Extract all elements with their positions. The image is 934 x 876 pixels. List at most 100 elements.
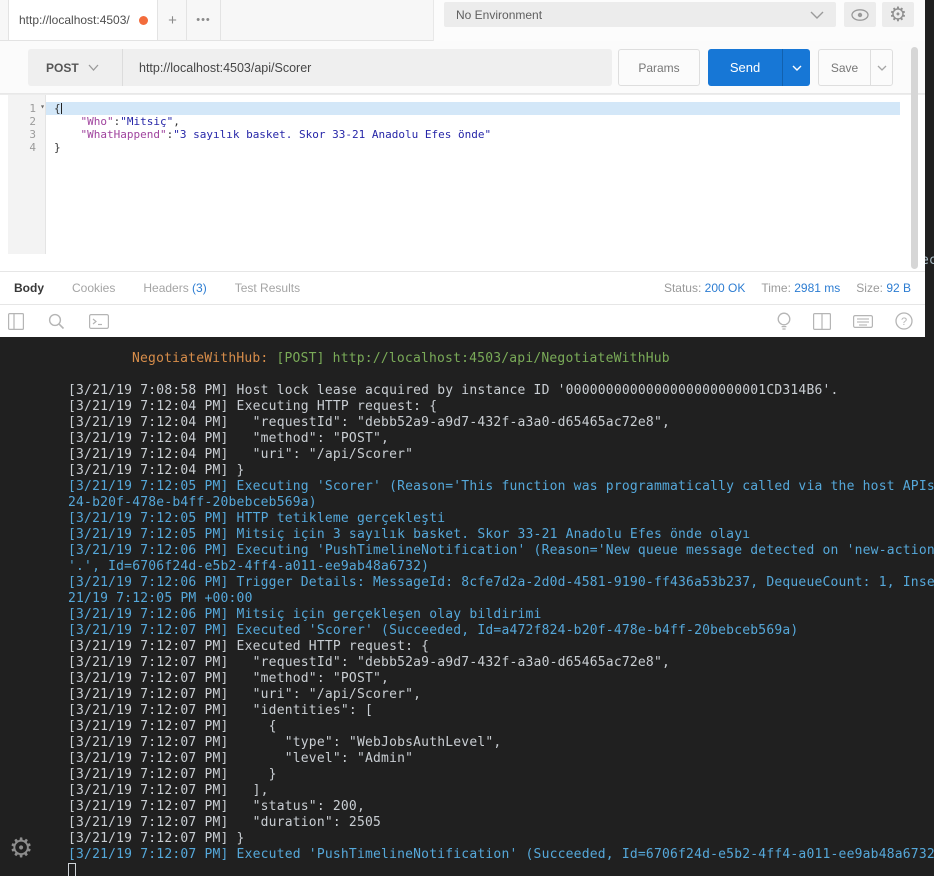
terminal-line: [3/21/19 7:12:04 PM] "requestId": "debb5…: [0, 415, 934, 431]
time-value[interactable]: 2981 ms: [794, 281, 840, 295]
terminal-line: [3/21/19 7:12:07 PM] "identities": [: [0, 703, 934, 719]
request-body-editor[interactable]: 1▾{2 "Who":"Mitsiç",3 "WhatHappend":"3 s…: [0, 94, 925, 254]
tab-bar: http://localhost:4503/ + ••• No Environm…: [0, 0, 925, 41]
time-label: Time:: [761, 281, 791, 295]
editor-line: 4}: [8, 141, 900, 154]
terminal-line: [3/21/19 7:12:07 PM] {: [0, 719, 934, 735]
editor-line-text: }: [46, 141, 900, 154]
terminal-line: [3/21/19 7:12:06 PM] Mitsiç için gerçekl…: [0, 607, 934, 623]
line-number: 3: [8, 128, 46, 141]
help-button[interactable]: ?: [895, 312, 913, 330]
terminal-line: [3/21/19 7:12:07 PM] "uri": "/api/Scorer…: [0, 687, 934, 703]
terminal-line: [3/21/19 7:12:07 PM] "requestId": "debb5…: [0, 655, 934, 671]
terminal-line: [3/21/19 7:12:06 PM] Trigger Details: Me…: [0, 575, 934, 591]
editor-line-text: "WhatHappend":"3 sayılık basket. Skor 33…: [46, 128, 900, 141]
terminal-line: [3/21/19 7:12:07 PM] "method": "POST",: [0, 671, 934, 687]
gear-icon: ⚙: [889, 5, 907, 25]
environment-quicklook-button[interactable]: [844, 2, 876, 27]
terminal-cursor-line: [0, 863, 934, 876]
save-button[interactable]: Save: [818, 49, 870, 86]
settings-gear-button[interactable]: ⚙: [882, 2, 914, 27]
environment-zone: No Environment ⚙: [433, 0, 925, 41]
terminal-line: [3/21/19 7:12:05 PM] Executing 'Scorer' …: [0, 479, 934, 495]
save-button-group: Save: [818, 49, 893, 86]
terminal-line: [3/21/19 7:12:07 PM] "status": 200,: [0, 799, 934, 815]
layout-columns-icon: [8, 313, 24, 330]
send-button[interactable]: Send: [708, 49, 782, 86]
tab-options-button[interactable]: •••: [187, 0, 221, 40]
help-icon: ?: [895, 312, 913, 330]
method-label: POST: [46, 61, 79, 75]
params-button[interactable]: Params: [618, 49, 700, 86]
terminal-line: [3/21/19 7:12:07 PM] ],: [0, 783, 934, 799]
shortcuts-button[interactable]: [853, 315, 873, 328]
editor-lines: 1▾{2 "Who":"Mitsiç",3 "WhatHappend":"3 s…: [8, 102, 900, 154]
console-button[interactable]: [89, 314, 109, 329]
response-meta-bar: Body Cookies Headers (3) Test Results Statu…: [0, 271, 925, 305]
footer-toolbar-right: ?: [755, 312, 925, 331]
url-input[interactable]: http://localhost:4503/api/Scorer: [123, 49, 612, 86]
response-tab-cookies[interactable]: Cookies: [72, 281, 115, 295]
footer-toolbar: ?: [0, 305, 925, 337]
response-tabs: Body Cookies Headers (3) Test Results: [0, 281, 300, 295]
chevron-down-icon: [877, 65, 887, 71]
terminal-line: [3/21/19 7:12:04 PM] }: [0, 463, 934, 479]
environment-selected-label: No Environment: [456, 8, 810, 22]
chevron-down-icon: [88, 64, 99, 71]
response-meta: Status: 200 OK Time: 2981 ms Size: 92 B: [664, 281, 925, 295]
terminal[interactable]: NegotiateWithHub: [POST] http://localhos…: [0, 337, 934, 876]
terminal-line: [3/21/19 7:12:05 PM] HTTP tetikleme gerç…: [0, 511, 934, 527]
status-label: Status:: [664, 281, 701, 295]
lightbulb-icon: [777, 312, 791, 331]
sidebar-toggle-button[interactable]: [8, 313, 24, 330]
size-label: Size:: [856, 281, 883, 295]
function-name: NegotiateWithHub:: [132, 351, 268, 366]
request-tab[interactable]: http://localhost:4503/: [8, 0, 158, 40]
fold-arrow-icon[interactable]: ▾: [40, 102, 45, 111]
new-tab-button[interactable]: +: [159, 0, 187, 40]
line-number: 2: [8, 115, 46, 128]
terminal-line: [3/21/19 7:12:07 PM] }: [0, 831, 934, 847]
svg-text:?: ?: [901, 316, 907, 328]
editor-line: 3 "WhatHappend":"3 sayılık basket. Skor …: [8, 128, 900, 141]
terminal-cursor: [68, 863, 76, 876]
terminal-line: [3/21/19 7:12:07 PM] }: [0, 767, 934, 783]
terminal-line: [3/21/19 7:12:07 PM] Executed HTTP reque…: [0, 639, 934, 655]
send-button-group: Send: [708, 49, 810, 86]
editor-line: 2 "Who":"Mitsiç",: [8, 115, 900, 128]
terminal-line: [3/21/19 7:08:58 PM] Host lock lease acq…: [0, 383, 934, 399]
terminal-line: [3/21/19 7:12:04 PM] Executing HTTP requ…: [0, 399, 934, 415]
editor-line: 1▾{: [8, 102, 900, 115]
environment-select[interactable]: No Environment: [444, 2, 836, 27]
editor-line-text: "Who":"Mitsiç",: [46, 115, 900, 128]
screen: ec http://localhost:4503/ + ••• No Envir…: [0, 0, 934, 876]
line-number: 1▾: [8, 102, 46, 115]
gear-icon[interactable]: ⚙: [9, 835, 33, 862]
bootcamp-button[interactable]: [777, 312, 791, 331]
terminal-line: [3/21/19 7:12:07 PM] "type": "WebJobsAut…: [0, 735, 934, 751]
terminal-line: [3/21/19 7:12:07 PM] Executed 'PushTimel…: [0, 847, 934, 863]
response-tab-test-results[interactable]: Test Results: [235, 281, 300, 295]
terminal-line: 24-b20f-478e-b4ff-20bebceb569a): [0, 495, 934, 511]
headers-count-badge: (3): [189, 281, 207, 295]
terminal-line: [3/21/19 7:12:07 PM] Executed 'Scorer' (…: [0, 623, 934, 639]
method-select[interactable]: POST: [28, 49, 123, 86]
request-tab-title: http://localhost:4503/: [19, 13, 130, 27]
send-options-button[interactable]: [782, 49, 810, 86]
eye-icon: [851, 9, 869, 21]
response-tab-body[interactable]: Body: [14, 281, 44, 295]
terminal-line: [3/21/19 7:12:06 PM] Executing 'PushTime…: [0, 543, 934, 559]
save-options-button[interactable]: [870, 49, 893, 86]
terminal-line: [3/21/19 7:12:05 PM] Mitsiç için 3 sayıl…: [0, 527, 934, 543]
status-value[interactable]: 200 OK: [705, 281, 746, 295]
terminal-line: '.', Id=6706f24d-e5b2-4ff4-a011-ee9ab48a…: [0, 559, 934, 575]
search-button[interactable]: [48, 313, 65, 330]
terminal-line: [3/21/19 7:12:07 PM] "level": "Admin": [0, 751, 934, 767]
function-route: [POST] http://localhost:4503/api/Negotia…: [268, 351, 669, 366]
response-tab-headers[interactable]: Headers (3): [143, 281, 206, 295]
scrollbar-thumb[interactable]: [911, 47, 918, 269]
request-builder: POST http://localhost:4503/api/Scorer Pa…: [0, 41, 925, 94]
text-cursor: [61, 103, 62, 114]
size-value[interactable]: 92 B: [886, 281, 911, 295]
two-pane-view-button[interactable]: [813, 313, 831, 330]
